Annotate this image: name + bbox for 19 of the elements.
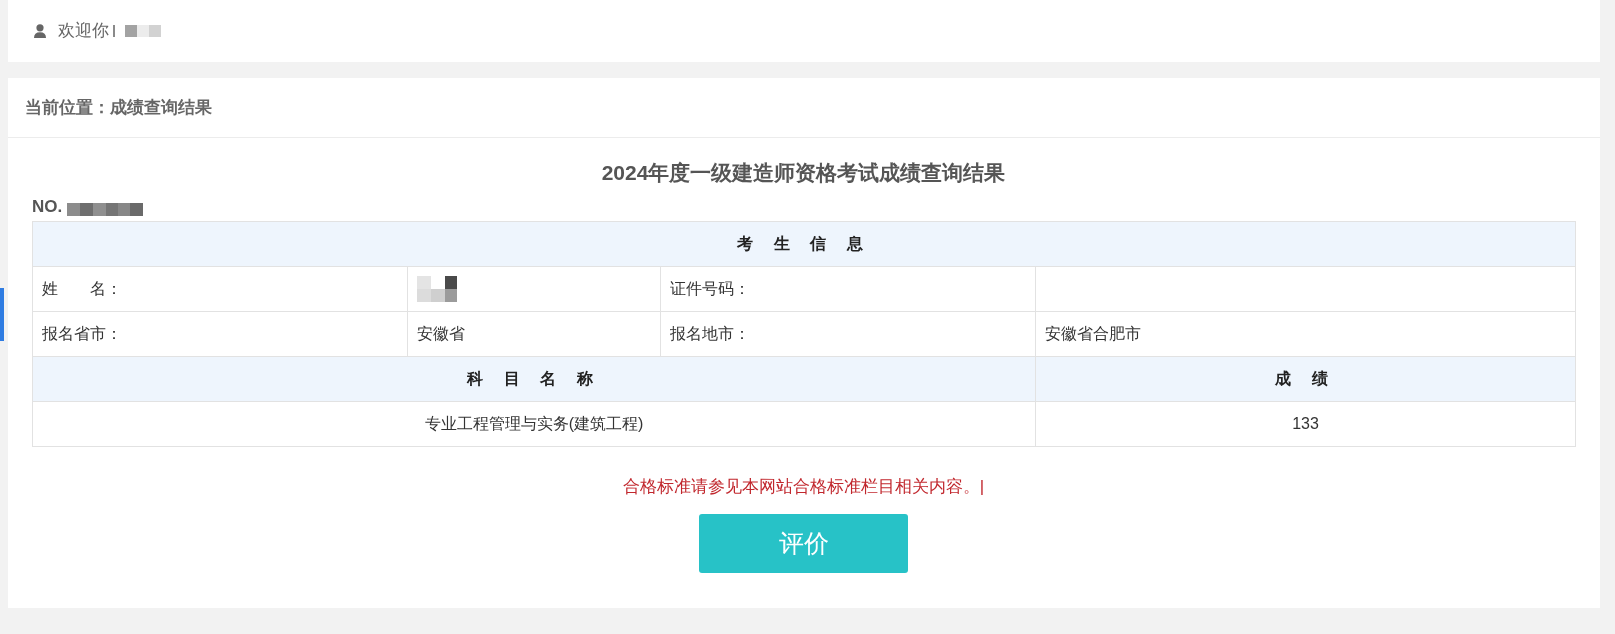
user-icon bbox=[34, 24, 46, 38]
side-tab[interactable] bbox=[0, 288, 4, 341]
notice-text: 合格标准请参见本网站合格标准栏目相关内容。| bbox=[622, 476, 985, 498]
table-cell: 133 bbox=[1035, 401, 1576, 447]
table-cell: 报名省市： bbox=[32, 311, 408, 357]
table-header-cell: 成 绩 bbox=[1035, 356, 1576, 402]
evaluate-button[interactable]: 评价 bbox=[699, 514, 908, 573]
table-cell: 专业工程管理与实务(建筑工程) bbox=[32, 401, 1036, 447]
table-cell: 姓 名： bbox=[32, 266, 408, 312]
page-title: 2024年度一级建造师资格考试成绩查询结果 bbox=[601, 160, 1006, 186]
welcome-text: 欢迎你 bbox=[58, 20, 109, 42]
breadcrumb: 当前位置：成绩查询结果 bbox=[25, 96, 212, 119]
table-cell: 报名地市： bbox=[660, 311, 1036, 357]
table-header-cell: 科 目 名 称 bbox=[32, 356, 1036, 402]
number-label: NO. bbox=[32, 196, 63, 218]
table-cell: 安徽省 bbox=[407, 311, 661, 357]
table-header-cell: 考 生 信 息 bbox=[32, 221, 1576, 267]
table-cell: 证件号码： bbox=[660, 266, 1036, 312]
table-cell: 安徽省合肥市 bbox=[1035, 311, 1576, 357]
